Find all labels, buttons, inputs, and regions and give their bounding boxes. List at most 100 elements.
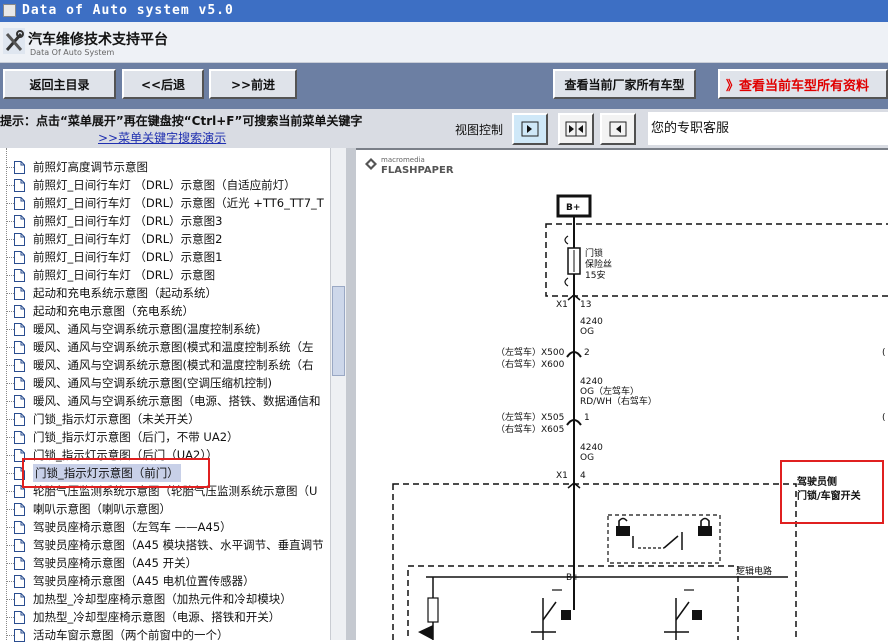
navigation-bar: 返回主目录 <<后退 >>前进 查看当前厂家所有车型 》查看当前车型所有资料 — [0, 63, 888, 109]
wire1-number: 4240 — [580, 317, 603, 327]
document-icon — [14, 539, 25, 552]
tree-connector — [6, 185, 14, 186]
lock-icon — [698, 517, 712, 536]
view-split-button[interactable] — [558, 113, 594, 145]
wiring-diagram: macromedia FLASHPAPER B+ 门锁 保险丝 15安 X1 1… — [365, 156, 888, 640]
document-icon — [14, 431, 25, 444]
pin-4-label: 4 — [580, 471, 586, 481]
home-button[interactable]: 返回主目录 — [3, 69, 116, 99]
tree-scrollbar[interactable] — [330, 148, 346, 640]
wire2-color-left: OG（左驾车） — [580, 385, 639, 397]
tree-connector — [6, 581, 14, 582]
tools-logo-icon — [3, 28, 25, 54]
wire3-color: OG — [580, 453, 594, 463]
document-icon — [14, 215, 25, 228]
customer-service-text: 您的专职客服 — [648, 112, 888, 145]
search-demo-link[interactable]: >>菜单关键字搜索演示 — [98, 129, 226, 146]
tree-connector — [6, 599, 14, 600]
logic-circuit-label: 逻辑电路 — [736, 565, 772, 577]
document-icon — [14, 521, 25, 534]
tree-connector — [6, 617, 14, 618]
tree-item-label: 前照灯_日间行车灯 （DRL）示意图2 — [33, 232, 223, 246]
tree-connector — [6, 473, 14, 474]
tree-item-label: 暖风、通风与空调系统示意图(模式和温度控制系统（右 — [33, 358, 314, 372]
back-button[interactable]: <<后退 — [122, 69, 204, 99]
pane-splitter[interactable] — [346, 148, 356, 640]
app-icon — [3, 4, 16, 17]
tree-item-label: 起动和充电系统示意图（起动系统） — [33, 286, 217, 300]
switch-title: 驾驶员侧 门锁/车窗开关 — [797, 476, 861, 504]
wire3-number: 4240 — [580, 443, 603, 453]
switch-title-line2: 门锁/车窗开关 — [797, 491, 861, 502]
tree-item-label: 暖风、通风与空调系统示意图(温度控制系统) — [33, 322, 261, 336]
fuse-label-2: 保险丝 — [585, 258, 612, 270]
connector-x1-bottom: X1 — [556, 471, 568, 481]
connector-x605-label: （右驾车）X605 — [496, 423, 564, 435]
tree-connector — [6, 239, 14, 240]
tree-item-label: 暖风、通风与空调系统示意图（电源、搭铁、数据通信和 — [33, 394, 321, 408]
document-icon — [14, 575, 25, 588]
tree-connector — [6, 167, 14, 168]
tree-item-label: 前照灯高度调节示意图 — [33, 160, 148, 174]
tree-item-label: 前照灯_日间行车灯 （DRL）示意图3 — [33, 214, 223, 228]
tree-connector — [6, 203, 14, 204]
tree-item-label: 前照灯_日间行车灯 （DRL）示意图 — [33, 268, 216, 282]
bplus-label: B+ — [566, 203, 580, 213]
connector-x505-label: （左驾车）X505 — [496, 411, 564, 423]
tree-connector — [6, 365, 14, 366]
viewer-brand: FLASHPAPER — [381, 165, 454, 176]
document-icon — [14, 359, 25, 372]
tree-item-label: 驾驶员座椅示意图（A45 电机位置传感器） — [33, 574, 255, 588]
document-icon — [14, 197, 25, 210]
tree-item-label: 驾驶员座椅示意图（A45 开关） — [33, 556, 198, 570]
tree-connector — [6, 311, 14, 312]
header-banner: 汽车维修技术支持平台 Data Of Auto System — [0, 22, 888, 63]
connector-x1-top: X1 — [556, 300, 568, 310]
document-icon — [14, 377, 25, 390]
split-arrows-icon — [565, 121, 587, 137]
tree-item-label: 驾驶员座椅示意图（左驾车 ——A45） — [33, 520, 232, 534]
document-icon — [14, 593, 25, 606]
tree-item-partial — [33, 148, 293, 149]
document-icon — [14, 251, 25, 264]
tree-connector — [6, 419, 14, 420]
all-manufacturer-models-button[interactable]: 查看当前厂家所有车型 — [553, 69, 696, 99]
tree-connector — [6, 293, 14, 294]
scrollbar-thumb[interactable] — [332, 286, 345, 376]
tree-connector — [6, 383, 14, 384]
tree-connector — [6, 563, 14, 564]
wire1-color: OG — [580, 327, 594, 337]
tree-connector — [6, 437, 14, 438]
svg-text:(: ( — [882, 348, 886, 358]
document-icon — [14, 323, 25, 336]
forward-button[interactable]: >>前进 — [209, 69, 297, 99]
tree-connector — [6, 527, 14, 528]
pin-2-label: 2 — [584, 348, 590, 358]
tree-connector — [6, 491, 14, 492]
document-icon — [14, 413, 25, 426]
view-left-panel-button[interactable] — [512, 113, 548, 145]
tree-connector — [6, 401, 14, 402]
document-icon — [14, 629, 25, 642]
hint-bar: 提示：点击“菜单展开”再在键盘按“Ctrl+F”可搜索当前菜单关键字 >>菜单关… — [0, 109, 888, 148]
tree-connector — [6, 455, 14, 456]
connector-x600-label: （右驾车）X600 — [496, 358, 565, 370]
document-icon — [14, 305, 25, 318]
view-right-panel-button[interactable] — [600, 113, 636, 145]
window-titlebar: Data of Auto system v5.0 — [0, 0, 888, 22]
arrow-left-icon — [609, 121, 627, 137]
document-icon — [14, 503, 25, 516]
tree-connector — [6, 275, 14, 276]
tree-item-label: 驾驶员座椅示意图（A45 模块搭铁、水平调节、垂直调节 — [33, 538, 324, 552]
tree-item-label: 前照灯_日间行车灯 （DRL）示意图（自适应前灯） — [33, 178, 296, 192]
hint-text: 提示：点击“菜单展开”再在键盘按“Ctrl+F”可搜索当前菜单关键字 — [0, 114, 363, 128]
viewer-brand-small: macromedia — [381, 156, 425, 164]
connector-x500-label: （左驾车）X500 — [496, 346, 565, 358]
document-icon — [14, 269, 25, 282]
tree-item-label: 前照灯_日间行车灯 （DRL）示意图1 — [33, 250, 223, 264]
lock-icon — [616, 517, 630, 536]
wire2-number: 4240 — [580, 377, 603, 387]
all-model-data-button[interactable]: 》查看当前车型所有资料 — [718, 69, 888, 99]
tree-item-label: 暖风、通风与空调系统示意图(模式和温度控制系统（左 — [33, 340, 314, 354]
fuse-label-1: 门锁 — [585, 247, 603, 259]
